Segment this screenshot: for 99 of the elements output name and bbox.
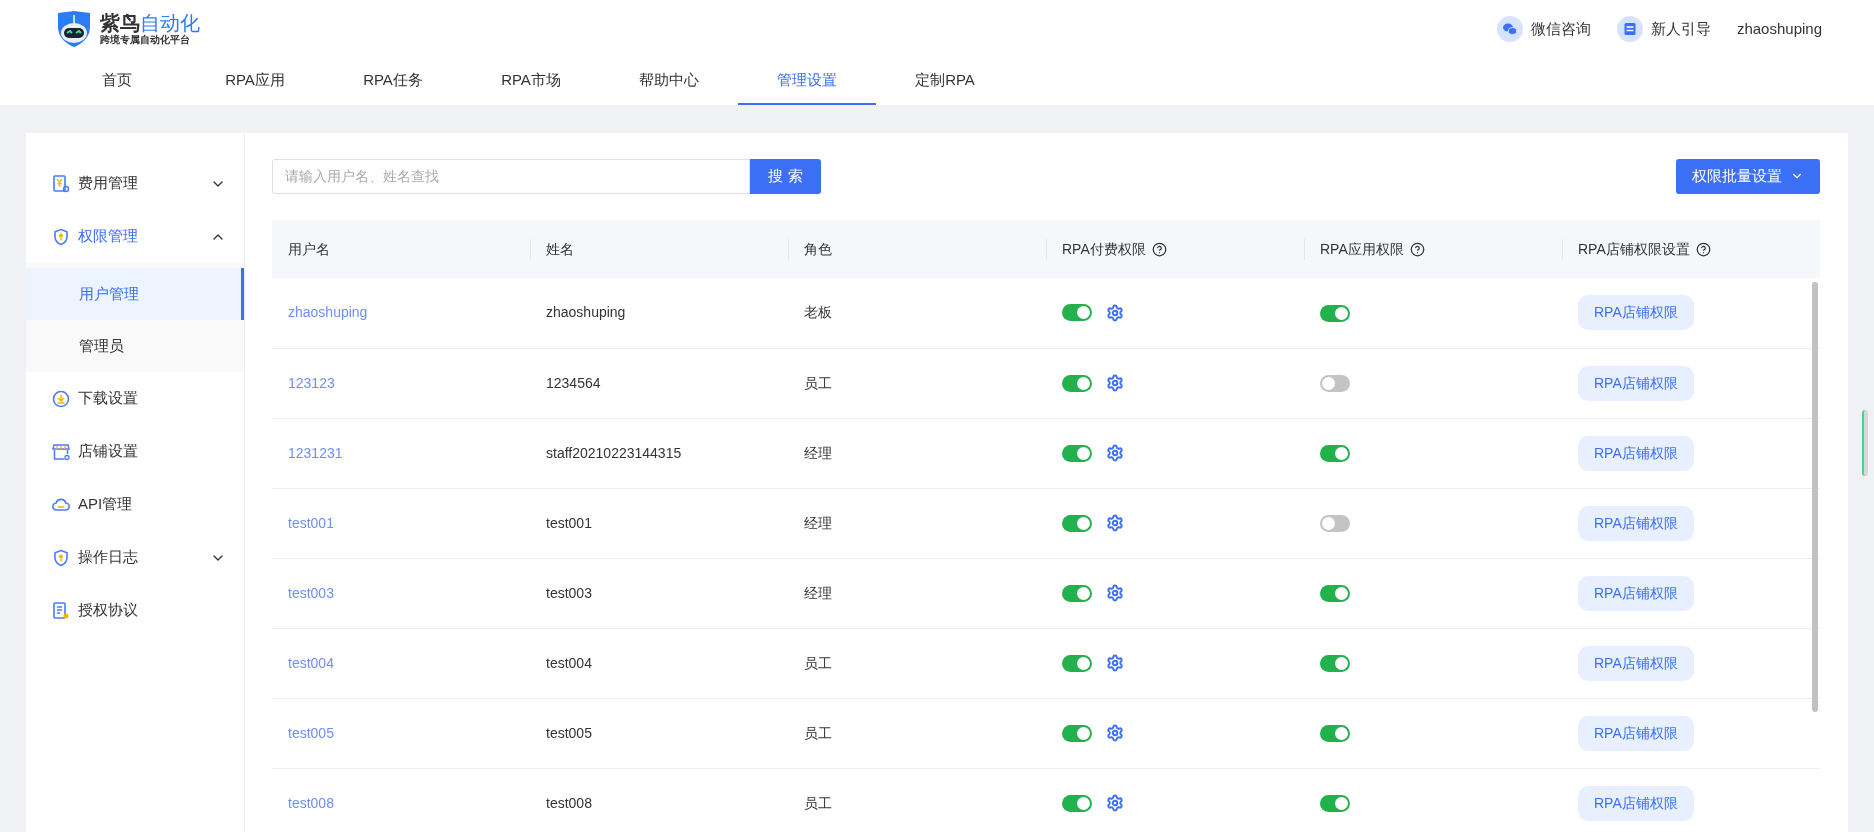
- toggle-switch[interactable]: [1062, 724, 1092, 742]
- settings-icon[interactable]: [1106, 514, 1124, 532]
- table-cell: test004: [546, 654, 592, 671]
- nav-tab[interactable]: 帮助中心: [600, 58, 738, 105]
- username-link[interactable]: 1231231: [288, 444, 343, 461]
- sidebar-item[interactable]: 授权协议: [26, 584, 244, 637]
- settings-icon[interactable]: [1106, 303, 1124, 322]
- toggle-switch[interactable]: [1062, 374, 1092, 392]
- store-permission-button[interactable]: RPA店铺权限: [1578, 645, 1694, 681]
- toggle-switch[interactable]: [1320, 305, 1350, 323]
- store-permission-button[interactable]: RPA店铺权限: [1578, 365, 1694, 401]
- username-link[interactable]: 123123: [288, 374, 335, 391]
- brand-name: 紫鸟: [100, 12, 140, 34]
- settings-icon[interactable]: [1106, 374, 1124, 392]
- sidebar-item[interactable]: 下载设置: [26, 372, 244, 425]
- store-permission-button[interactable]: RPA店铺权限: [1578, 435, 1694, 471]
- nav-tab[interactable]: RPA应用: [186, 58, 324, 105]
- sidebar-item[interactable]: API管理: [26, 478, 244, 531]
- chat-bubbles-icon: [1496, 16, 1523, 42]
- table-cell: 1234564: [546, 374, 601, 391]
- brand-accent: 自动化: [140, 12, 200, 34]
- sidebar-item[interactable]: 费用管理: [26, 157, 244, 210]
- username-link[interactable]: zhaoshuping: [1736, 17, 1822, 41]
- username-link[interactable]: test008: [288, 794, 334, 811]
- header-link[interactable]: 微信咨询: [1496, 16, 1591, 42]
- table-cell: staff20210223144315: [546, 444, 682, 461]
- table-cell: 员工: [804, 794, 832, 811]
- settings-icon[interactable]: [1106, 724, 1124, 742]
- sidebar-item[interactable]: 操作日志: [26, 531, 244, 584]
- nav-tab[interactable]: RPA任务: [324, 58, 462, 105]
- toggle-switch[interactable]: [1320, 725, 1350, 743]
- book-icon: [1616, 16, 1643, 42]
- username-link[interactable]: test005: [288, 724, 334, 741]
- nav-tab[interactable]: 定制RPA: [876, 58, 1014, 105]
- settings-icon[interactable]: [1106, 584, 1124, 602]
- store-permission-button[interactable]: RPA店铺权限: [1578, 295, 1694, 331]
- table-cell: test008: [546, 794, 592, 811]
- table-cell: test005: [546, 724, 592, 741]
- toggle-switch[interactable]: [1062, 514, 1092, 532]
- table-cell: 员工: [804, 654, 832, 671]
- username-link[interactable]: test001: [288, 514, 334, 531]
- toggle-switch[interactable]: [1320, 515, 1350, 533]
- batch-settings-button[interactable]: 权限批量设置: [1676, 158, 1820, 194]
- settings-icon[interactable]: [1106, 794, 1124, 812]
- table-cell: 经理: [804, 444, 832, 461]
- column-header: RPA店铺权限设置: [1578, 239, 1690, 259]
- username-link[interactable]: test004: [288, 654, 334, 671]
- settings-icon[interactable]: [1106, 654, 1124, 672]
- toggle-switch[interactable]: [1062, 794, 1092, 812]
- search-field[interactable]: 请输入用户名、姓名查找: [272, 158, 750, 194]
- sidebar-subitem[interactable]: 用户管理: [26, 268, 244, 320]
- sidebar-item[interactable]: 店铺设置: [26, 425, 244, 478]
- settings-icon[interactable]: [1106, 444, 1124, 462]
- toggle-switch[interactable]: [1062, 584, 1092, 602]
- brand-tagline: 跨境专属自动化平台: [100, 35, 191, 45]
- column-header: RPA应用权限: [1320, 239, 1404, 259]
- table-cell: 经理: [804, 514, 832, 531]
- nav-tab[interactable]: 首页: [48, 58, 186, 105]
- shield-icon: [52, 227, 70, 246]
- table-cell: test001: [546, 514, 592, 531]
- nav-tab[interactable]: RPA市场: [462, 58, 600, 105]
- store-permission-button[interactable]: RPA店铺权限: [1578, 715, 1694, 751]
- document-icon: [52, 601, 70, 620]
- toggle-switch[interactable]: [1320, 445, 1350, 463]
- table-cell: 员工: [804, 374, 832, 391]
- store-permission-button[interactable]: RPA店铺权限: [1578, 575, 1694, 611]
- sidebar-subitem[interactable]: 管理员: [26, 320, 244, 372]
- table-cell: zhaoshuping: [546, 304, 626, 321]
- header-link[interactable]: 新人引导: [1616, 16, 1711, 42]
- toggle-switch[interactable]: [1062, 654, 1092, 672]
- column-header: 姓名: [546, 239, 574, 259]
- column-header: 角色: [804, 239, 832, 259]
- nav-tab[interactable]: 管理设置: [738, 58, 876, 105]
- toggle-switch[interactable]: [1062, 304, 1092, 322]
- table-cell: test003: [546, 584, 592, 601]
- table-cell: 员工: [804, 724, 832, 741]
- store-icon: [52, 442, 70, 461]
- username-link[interactable]: zhaoshuping: [288, 304, 368, 321]
- toggle-switch[interactable]: [1320, 795, 1350, 813]
- toggle-switch[interactable]: [1062, 444, 1092, 462]
- shield-icon: [52, 548, 70, 567]
- column-header: 用户名: [288, 239, 330, 259]
- column-header: RPA付费权限: [1062, 239, 1146, 259]
- table-cell: 老板: [804, 304, 832, 321]
- help-icon: [1409, 241, 1425, 257]
- help-icon: [1151, 241, 1167, 257]
- receipt-icon: [52, 174, 70, 193]
- table-cell: 经理: [804, 584, 832, 601]
- store-permission-button[interactable]: RPA店铺权限: [1578, 505, 1694, 541]
- toggle-switch[interactable]: [1320, 655, 1350, 673]
- help-icon: [1695, 241, 1711, 257]
- sidebar-item[interactable]: 权限管理: [26, 210, 244, 263]
- search-button[interactable]: 搜 索: [750, 158, 821, 194]
- toggle-switch[interactable]: [1320, 375, 1350, 393]
- download-icon: [52, 389, 70, 408]
- store-permission-button[interactable]: RPA店铺权限: [1578, 785, 1694, 821]
- toggle-switch[interactable]: [1320, 585, 1350, 603]
- username-link[interactable]: test003: [288, 584, 334, 601]
- side-handle[interactable]: [1862, 410, 1868, 476]
